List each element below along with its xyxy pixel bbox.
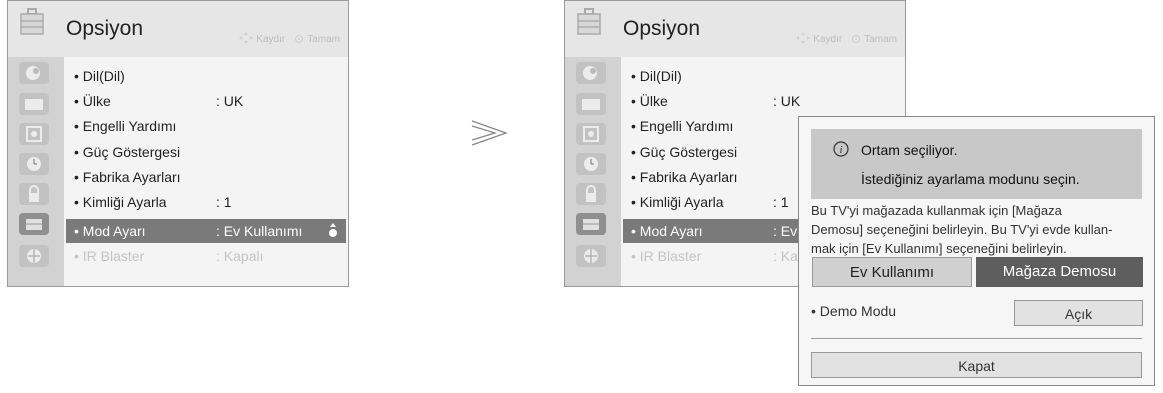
menu-item-label: • Ülke	[74, 93, 111, 109]
menu-item-disability-assistance[interactable]: • Engelli Yardımı	[64, 114, 348, 138]
dialog-subtitle: İstediğiniz ayarlama modunu seçin.	[861, 171, 1080, 187]
description-line: mak için [Ev Kullanımı] seçeneğini belir…	[811, 241, 1067, 256]
menu-item-label: • Kimliği Ayarla	[74, 194, 167, 210]
sidebar-item-network[interactable]	[19, 245, 49, 267]
category-sidebar	[8, 57, 64, 286]
menu-item-language[interactable]: • Dil(Dil)	[621, 64, 905, 88]
speaker-icon	[26, 126, 42, 142]
menu-item-label: • Mod Ayarı	[631, 223, 703, 239]
menu-item-label: • Fabrika Ayarları	[74, 169, 181, 185]
mode-setting-dialog: i Ortam seçiliyor. İstediğiniz ayarlama …	[798, 116, 1155, 386]
ok-button-icon	[295, 35, 304, 43]
network-icon	[27, 249, 41, 263]
menu-item-power-indicator[interactable]: • Güç Göstergesi	[64, 140, 348, 164]
menu-item-value: : Kapalı	[216, 248, 264, 264]
menu-title: Opsiyon	[623, 17, 701, 40]
sidebar-item-audio[interactable]	[576, 123, 606, 145]
next-arrow-icon	[471, 120, 508, 146]
menu-item-value: : UK	[216, 93, 244, 109]
navigation-hint: Kaydır Tamam	[796, 32, 897, 45]
category-sidebar	[565, 57, 621, 286]
menu-item-value: : 1	[216, 194, 232, 210]
sidebar-item-screen[interactable]	[576, 93, 606, 115]
menu-item-label: • Kimliği Ayarla	[631, 194, 724, 210]
description-line: Bu TV'yi mağazada kullanmak için [Mağaza	[811, 203, 1062, 218]
clock-icon	[27, 157, 41, 171]
picture-icon	[583, 66, 597, 80]
sidebar-item-time[interactable]	[19, 153, 49, 175]
menu-item-label: • IR Blaster	[74, 248, 145, 264]
sidebar-item-option[interactable]	[19, 213, 49, 235]
lock-icon	[29, 185, 39, 202]
scroll-indicator-icon	[329, 223, 337, 237]
info-icon: i	[833, 141, 849, 157]
sidebar-item-lock[interactable]	[576, 183, 606, 205]
menu-item-label: • Mod Ayarı	[74, 223, 146, 239]
sidebar-item-option[interactable]	[576, 213, 606, 235]
menu-item-value: : UK	[773, 93, 801, 109]
hint-ok-label: Tamam	[864, 34, 897, 45]
menu-item-label: • Güç Göstergesi	[631, 144, 738, 160]
demo-mode-toggle[interactable]: Açık	[1014, 300, 1143, 326]
menu-item-factory-reset[interactable]: • Fabrika Ayarları	[64, 165, 348, 189]
sidebar-item-picture[interactable]	[576, 62, 606, 84]
menu-item-value: : Ev	[773, 223, 798, 239]
menu-item-label: • Dil(Dil)	[631, 68, 682, 84]
menu-header: Opsiyon Kaydır Tamam	[8, 1, 348, 57]
menu-item-language[interactable]: • Dil(Dil)	[64, 64, 348, 88]
navigation-hint: Kaydır Tamam	[239, 32, 340, 45]
options-list: • Dil(Dil) • Ülke: UK • Engelli Yardımı …	[64, 57, 348, 286]
menu-item-set-id[interactable]: • Kimliği Ayarla : 1	[64, 190, 348, 214]
options-menu-panel: Opsiyon Kaydır Tamam • Dil(Dil) • Ülke : U…	[7, 0, 349, 287]
menu-title: Opsiyon	[66, 17, 144, 40]
store-demo-button[interactable]: Mağaza Demosu	[976, 257, 1143, 287]
dialog-header: i Ortam seçiliyor. İstediğiniz ayarlama …	[811, 129, 1142, 199]
option-icon	[583, 219, 599, 230]
hint-ok-label: Tamam	[307, 34, 340, 45]
menu-item-label: • IR Blaster	[631, 248, 702, 264]
sidebar-item-lock[interactable]	[19, 183, 49, 205]
sidebar-item-picture[interactable]	[19, 62, 49, 84]
monitor-icon	[25, 99, 43, 110]
description-line: Demosu] seçeneğini belirleyin. Bu TV'yi …	[811, 222, 1113, 237]
menu-item-label: • Dil(Dil)	[74, 68, 125, 84]
home-use-button[interactable]: Ev Kullanımı	[812, 257, 972, 287]
menu-item-mode-setting[interactable]: • Mod Ayarı : Ev Kullanımı	[66, 219, 346, 243]
menu-item-country[interactable]: • Ülke : UK	[64, 89, 348, 113]
clock-icon	[584, 157, 598, 171]
menu-item-ir-blaster: • IR Blaster : Kapalı	[64, 244, 348, 268]
dialog-description: Bu TV'yi mağazada kullanmak için [Mağaza…	[811, 201, 1147, 258]
demo-mode-label: • Demo Modu	[811, 303, 897, 319]
menu-item-value: : 1	[773, 194, 789, 210]
option-icon	[26, 219, 42, 230]
menu-header: Opsiyon Kaydır Tamam	[565, 1, 905, 57]
dialog-title: Ortam seçiliyor.	[861, 142, 958, 158]
monitor-icon	[582, 99, 600, 110]
sidebar-item-screen[interactable]	[19, 93, 49, 115]
close-button[interactable]: Kapat	[811, 352, 1142, 378]
network-icon	[584, 249, 598, 263]
hint-move-label: Kaydır	[813, 34, 843, 45]
menu-item-country[interactable]: • Ülke : UK	[621, 89, 905, 113]
move-arrows-icon	[239, 32, 254, 44]
sidebar-item-network[interactable]	[576, 245, 606, 267]
svg-text:i: i	[839, 144, 842, 156]
sidebar-item-time[interactable]	[576, 153, 606, 175]
speaker-icon	[583, 126, 599, 142]
menu-item-label: • Güç Göstergesi	[74, 144, 181, 160]
divider	[811, 338, 1142, 339]
sidebar-item-audio[interactable]	[19, 123, 49, 145]
move-arrows-icon	[796, 32, 811, 44]
menu-item-label: • Engelli Yardımı	[74, 118, 177, 134]
menu-item-value: : Ev Kullanımı	[216, 223, 303, 239]
menu-item-label: • Ülke	[631, 93, 668, 109]
ok-button-icon	[852, 35, 861, 43]
toolbox-icon	[577, 8, 601, 35]
toolbox-icon	[20, 8, 44, 35]
menu-item-label: • Engelli Yardımı	[631, 118, 734, 134]
menu-item-label: • Fabrika Ayarları	[631, 169, 738, 185]
lock-icon	[586, 185, 596, 202]
hint-move-label: Kaydır	[256, 34, 286, 45]
picture-icon	[26, 66, 40, 80]
